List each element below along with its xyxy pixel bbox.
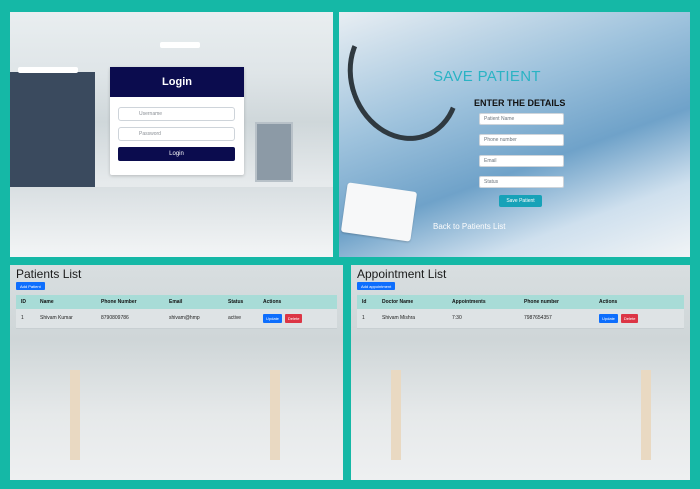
cell-time: 7:30 [447, 309, 519, 329]
column-header: Phone Number [96, 295, 164, 309]
appointments-table: Id Doctor Name Appointments Phone number… [357, 295, 684, 329]
email-input[interactable]: Email [479, 155, 564, 167]
column-header: Actions [258, 295, 337, 309]
cell-doctor: Shivam Mishra [377, 309, 447, 329]
delete-button[interactable]: Delete [620, 313, 639, 323]
hallway-door [255, 122, 293, 182]
username-input[interactable]: Username [118, 107, 235, 121]
form-subtitle: ENTER THE DETAILS [474, 98, 566, 108]
id-badge-image [340, 182, 418, 242]
ceiling-light [18, 67, 78, 73]
login-button[interactable]: Login [118, 147, 235, 161]
column-header: Actions [594, 295, 684, 309]
cell-id: 1 [16, 309, 35, 329]
cell-status: active [223, 309, 258, 329]
delete-button[interactable]: Delete [284, 313, 303, 323]
appointment-list-title: Appointment List [357, 267, 447, 281]
cell-name: Shivam Kumar [35, 309, 96, 329]
column-header: ID [16, 295, 35, 309]
column-header: Doctor Name [377, 295, 447, 309]
add-appointment-button[interactable]: Add appointment [357, 282, 396, 290]
login-card: Login Username Password Login [110, 67, 244, 175]
table-header-row: ID Name Phone Number Email Status Action… [16, 295, 337, 309]
column-header: Phone number [519, 295, 594, 309]
table-row: 1 Shivam Mishra 7:30 7987654357 Update De… [357, 309, 684, 329]
patients-list-screenshot: Patients List Add Patient ID Name Phone … [10, 265, 343, 480]
cell-phone: 7987654357 [519, 309, 594, 329]
save-patient-button[interactable]: Save Patient [499, 195, 542, 207]
save-patient-title: SAVE PATIENT [433, 68, 541, 85]
back-to-patients-link[interactable]: Back to Patients List [433, 222, 505, 231]
table-header-row: Id Doctor Name Appointments Phone number… [357, 295, 684, 309]
column-header: Appointments [447, 295, 519, 309]
column-header: Status [223, 295, 258, 309]
cell-actions: Update Delete [594, 309, 684, 329]
ceiling-light [160, 42, 200, 48]
patients-list-title: Patients List [16, 267, 82, 281]
patient-name-input[interactable]: Patient Name [479, 113, 564, 125]
update-button[interactable]: Update [263, 313, 282, 323]
appointment-list-screenshot: Appointment List Add appointment Id Doct… [351, 265, 690, 480]
save-patient-screenshot: SAVE PATIENT ENTER THE DETAILS Patient N… [339, 12, 690, 257]
login-screenshot: Login Username Password Login [10, 12, 333, 257]
table-row: 1 Shivam Kumar 8790809786 shivam@hmp act… [16, 309, 337, 329]
status-input[interactable]: Status [479, 176, 564, 188]
add-patient-button[interactable]: Add Patient [16, 282, 45, 290]
cell-phone: 8790809786 [96, 309, 164, 329]
cell-actions: Update Delete [258, 309, 337, 329]
patients-table: ID Name Phone Number Email Status Action… [16, 295, 337, 329]
login-title: Login [110, 67, 244, 97]
phone-number-input[interactable]: Phone number [479, 134, 564, 146]
hallway-floor [10, 187, 333, 257]
hallway-pillar [641, 370, 651, 460]
cell-id: 1 [357, 309, 377, 329]
column-header: Email [164, 295, 223, 309]
hallway-pillar [391, 370, 401, 460]
column-header: Id [357, 295, 377, 309]
cell-email: shivam@hmp [164, 309, 223, 329]
hallway-pillar [70, 370, 80, 460]
password-input[interactable]: Password [118, 127, 235, 141]
hallway-pillar [270, 370, 280, 460]
update-button[interactable]: Update [599, 313, 618, 323]
column-header: Name [35, 295, 96, 309]
